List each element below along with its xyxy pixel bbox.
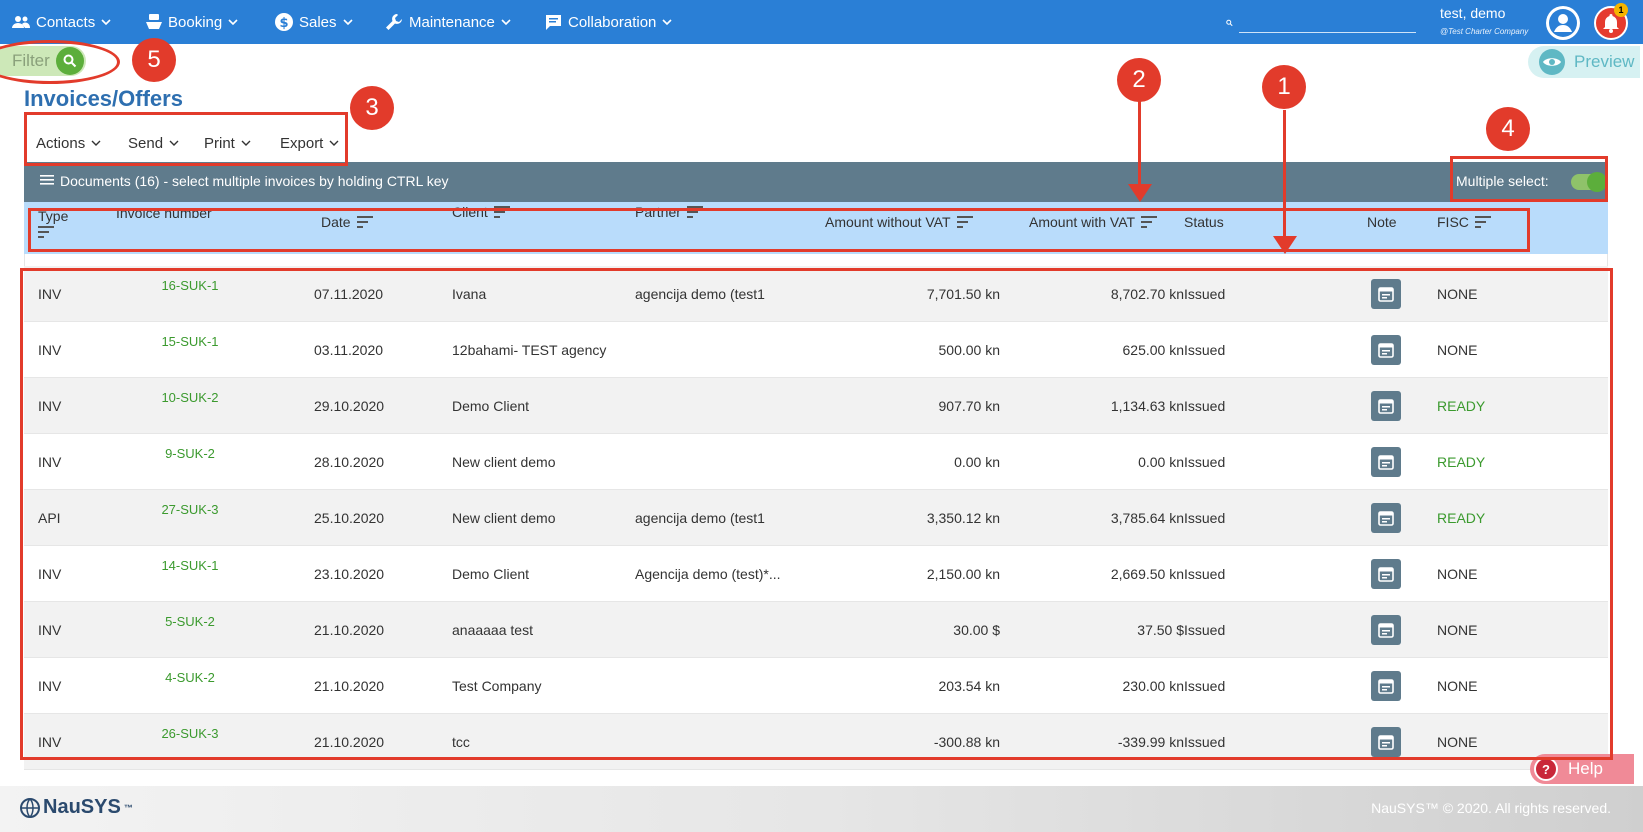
wrench-icon	[386, 14, 402, 30]
help-label: Help	[1568, 759, 1603, 778]
logo-text: NauSYS	[43, 796, 121, 818]
nav-contacts[interactable]: Contacts	[12, 0, 111, 44]
user-icon	[1549, 9, 1577, 37]
notification-badge: 1	[1614, 3, 1628, 17]
svg-text:$: $	[279, 16, 288, 31]
search-icon	[1226, 19, 1233, 27]
annotation-box-headers	[28, 208, 1530, 252]
annotation-badge-2: 2	[1117, 58, 1161, 102]
annotation-badge-5: 5	[132, 38, 176, 82]
footer: NauSYS ™ NauSYS™ © 2020. All rights reser…	[0, 786, 1643, 832]
top-navbar: Contacts Booking $ Sales Maintenance Col…	[0, 0, 1643, 44]
eye-icon	[1539, 49, 1565, 75]
annotation-badge-3: 3	[350, 86, 394, 130]
annotation-badge-1: 1	[1262, 65, 1306, 109]
nav-maintenance-label: Maintenance	[409, 13, 495, 31]
chevron-down-icon	[228, 19, 238, 26]
copyright-text: NauSYS™ © 2020. All rights reserved.	[1371, 800, 1611, 816]
annotation-arrow-head-1	[1273, 236, 1297, 254]
documents-bar: Documents (16) - select multiple invoice…	[24, 162, 1608, 202]
documents-count-text: Documents (16) - select multiple invoice…	[60, 173, 449, 189]
global-search	[1226, 12, 1416, 34]
nav-booking-label: Booking	[168, 13, 223, 31]
list-icon	[40, 175, 54, 185]
annotation-box-rows	[20, 268, 1613, 760]
avatar[interactable]	[1546, 6, 1580, 40]
search-input[interactable]	[1239, 13, 1416, 33]
chevron-down-icon	[662, 19, 672, 26]
user-company: @Test Charter Company	[1440, 27, 1529, 36]
annotation-box-toolbar	[24, 112, 348, 166]
people-icon	[12, 16, 30, 28]
nav-collaboration[interactable]: Collaboration	[545, 0, 672, 44]
annotation-box-multiple-select	[1450, 156, 1608, 202]
annotation-arrow-line-1	[1283, 110, 1286, 236]
annotation-arrow-head-2	[1128, 184, 1152, 202]
nav-sales-label: Sales	[299, 13, 337, 31]
preview-label: Preview	[1574, 52, 1635, 71]
nausys-logo: NauSYS ™	[20, 796, 133, 819]
annotation-ellipse-filter	[0, 40, 120, 84]
nav-collaboration-label: Collaboration	[568, 13, 657, 31]
nav-contacts-label: Contacts	[36, 13, 96, 31]
logo-tm: ™	[123, 802, 133, 813]
boat-icon	[146, 14, 162, 29]
nav-booking[interactable]: Booking	[146, 0, 238, 44]
page-title: Invoices/Offers	[24, 86, 183, 111]
question-icon: ?	[1534, 757, 1558, 781]
nav-sales[interactable]: $ Sales	[275, 0, 353, 44]
table-row-partial	[24, 770, 1608, 784]
user-name: test, demo	[1440, 5, 1506, 21]
globe-icon	[20, 797, 40, 818]
chat-icon	[546, 14, 561, 30]
chevron-down-icon	[501, 19, 511, 26]
chevron-down-icon	[342, 19, 353, 26]
preview-button[interactable]: Preview	[1528, 46, 1640, 78]
annotation-arrow-line-2	[1138, 100, 1141, 184]
chevron-down-icon	[101, 19, 111, 26]
annotation-badge-4: 4	[1486, 107, 1530, 151]
dollar-icon: $	[275, 13, 293, 31]
nav-maintenance[interactable]: Maintenance	[385, 0, 511, 44]
